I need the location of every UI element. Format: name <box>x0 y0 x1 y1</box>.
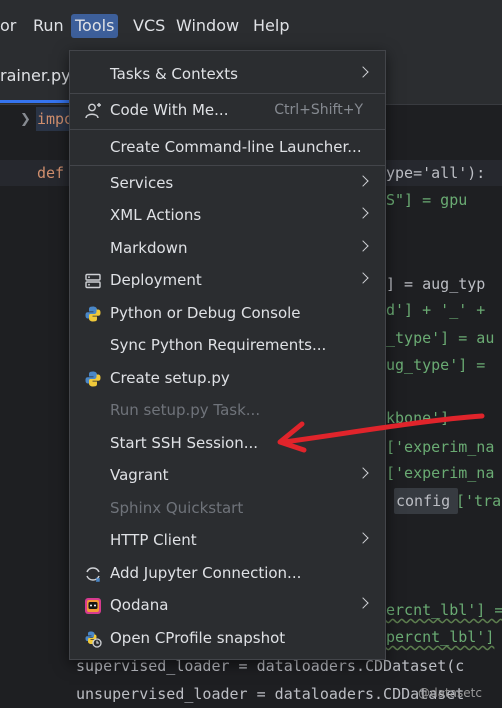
submenu-arrow-icon <box>357 597 369 609</box>
code-keyword-def: def <box>37 164 65 182</box>
menu-item-shortcut: Ctrl+Shift+Y <box>274 102 363 118</box>
submenu-arrow-icon <box>357 467 369 479</box>
code-fragment: ['tra <box>456 492 502 510</box>
menu-item-xml-actions[interactable]: XML Actions <box>70 201 385 231</box>
menu-window[interactable]: Window <box>176 14 239 38</box>
menu-item-label: Qodana <box>110 596 169 614</box>
menu-item-label: Vagrant <box>110 466 169 484</box>
submenu-arrow-icon <box>357 207 369 219</box>
menu-item-label: Run setup.py Task... <box>110 401 261 419</box>
tools-dropdown-menu: Tasks & Contexts Code With Me... Ctrl+Sh… <box>69 50 386 660</box>
menu-separator <box>70 165 385 166</box>
cprofile-icon <box>84 630 102 648</box>
menu-separator <box>70 129 385 130</box>
menu-help[interactable]: Help <box>253 14 289 38</box>
menu-item-code-with-me[interactable]: Code With Me... Ctrl+Shift+Y <box>70 96 385 126</box>
code-fragment: S"] = gpu <box>386 191 468 209</box>
menu-item-label: Start SSH Session... <box>110 434 259 452</box>
python-icon <box>84 305 102 323</box>
code-fragment: ] = aug_typ <box>386 275 486 293</box>
menu-item-services[interactable]: Services <box>70 169 385 199</box>
menu-item-create-setup-py[interactable]: Create setup.py <box>70 364 385 394</box>
code-fragment: ['experim_na <box>386 464 495 482</box>
code-fragment: config <box>396 492 451 510</box>
fold-chevron-icon[interactable]: ❯ <box>20 112 31 127</box>
submenu-arrow-icon <box>357 272 369 284</box>
qodana-icon <box>84 597 102 615</box>
menu-vcs[interactable]: VCS <box>133 14 165 38</box>
code-fragment: ercnt_lbl'] = <box>386 601 502 619</box>
menu-item-sync-requirements[interactable]: Sync Python Requirements... <box>70 331 385 361</box>
submenu-arrow-icon <box>357 175 369 187</box>
menu-item-markdown[interactable]: Markdown <box>70 234 385 264</box>
editor-tab[interactable]: rainer.py <box>0 66 71 85</box>
menu-item-http-client[interactable]: HTTP Client <box>70 526 385 556</box>
menu-item-label: Sync Python Requirements... <box>110 336 327 354</box>
menu-item-deployment[interactable]: Deployment <box>70 266 385 296</box>
menu-item-create-launcher[interactable]: Create Command-line Launcher... <box>70 133 385 163</box>
active-tab-indicator <box>0 100 70 103</box>
menu-item-open-cprofile[interactable]: Open CProfile snapshot <box>70 624 385 654</box>
code-fragment: d'] + '_' + <box>386 301 486 319</box>
menu-item-label: Open CProfile snapshot <box>110 629 286 647</box>
menu-tools[interactable]: Tools <box>71 14 119 38</box>
add-user-icon <box>84 102 102 120</box>
menu-separator <box>70 93 385 94</box>
menu-item-label: XML Actions <box>110 206 202 224</box>
submenu-arrow-icon <box>357 66 369 78</box>
python-icon <box>84 370 102 388</box>
menu-item-vagrant[interactable]: Vagrant <box>70 461 385 491</box>
code-line-import: impo <box>37 110 74 128</box>
menu-item-label: Deployment <box>110 271 202 289</box>
menu-item-label: HTTP Client <box>110 531 197 549</box>
submenu-arrow-icon <box>357 240 369 252</box>
menu-item-python-console[interactable]: Python or Debug Console <box>70 299 385 329</box>
menu-item-label: Markdown <box>110 239 188 257</box>
code-fragment: ug_type'] = <box>386 356 486 374</box>
menu-refactor-partial[interactable]: or <box>0 14 16 38</box>
menu-item-label: Create setup.py <box>110 369 230 387</box>
menu-item-label: Sphinx Quickstart <box>110 499 244 517</box>
menu-item-label: Python or Debug Console <box>110 304 301 322</box>
submenu-arrow-icon <box>357 532 369 544</box>
menu-item-sphinx-quickstart: Sphinx Quickstart <box>70 494 385 524</box>
code-fragment: _type'] = au <box>386 329 495 347</box>
jupyter-icon <box>84 565 102 583</box>
main-menu-bar: or Run Tools VCS Window Help <box>0 0 502 50</box>
watermark: @datasetc <box>418 686 482 700</box>
code-fragment: ype='all'): <box>386 164 486 182</box>
server-icon <box>84 272 102 290</box>
red-annotation-arrow-icon <box>277 413 485 453</box>
menu-item-label: Code With Me... <box>110 101 229 119</box>
menu-item-label: Create Command-line Launcher... <box>110 138 362 156</box>
code-line-unsupervised: unsupervised_loader = dataloaders.CDData… <box>76 685 465 703</box>
menu-item-add-jupyter[interactable]: Add Jupyter Connection... <box>70 559 385 589</box>
menu-item-tasks-contexts[interactable]: Tasks & Contexts <box>70 60 385 90</box>
menu-item-qodana[interactable]: Qodana <box>70 591 385 621</box>
menu-item-label: Tasks & Contexts <box>110 65 238 83</box>
menu-run[interactable]: Run <box>33 14 64 38</box>
code-fragment: percnt_lbl'] <box>386 628 495 646</box>
menu-item-label: Services <box>110 174 174 192</box>
menu-item-label: Add Jupyter Connection... <box>110 564 302 582</box>
